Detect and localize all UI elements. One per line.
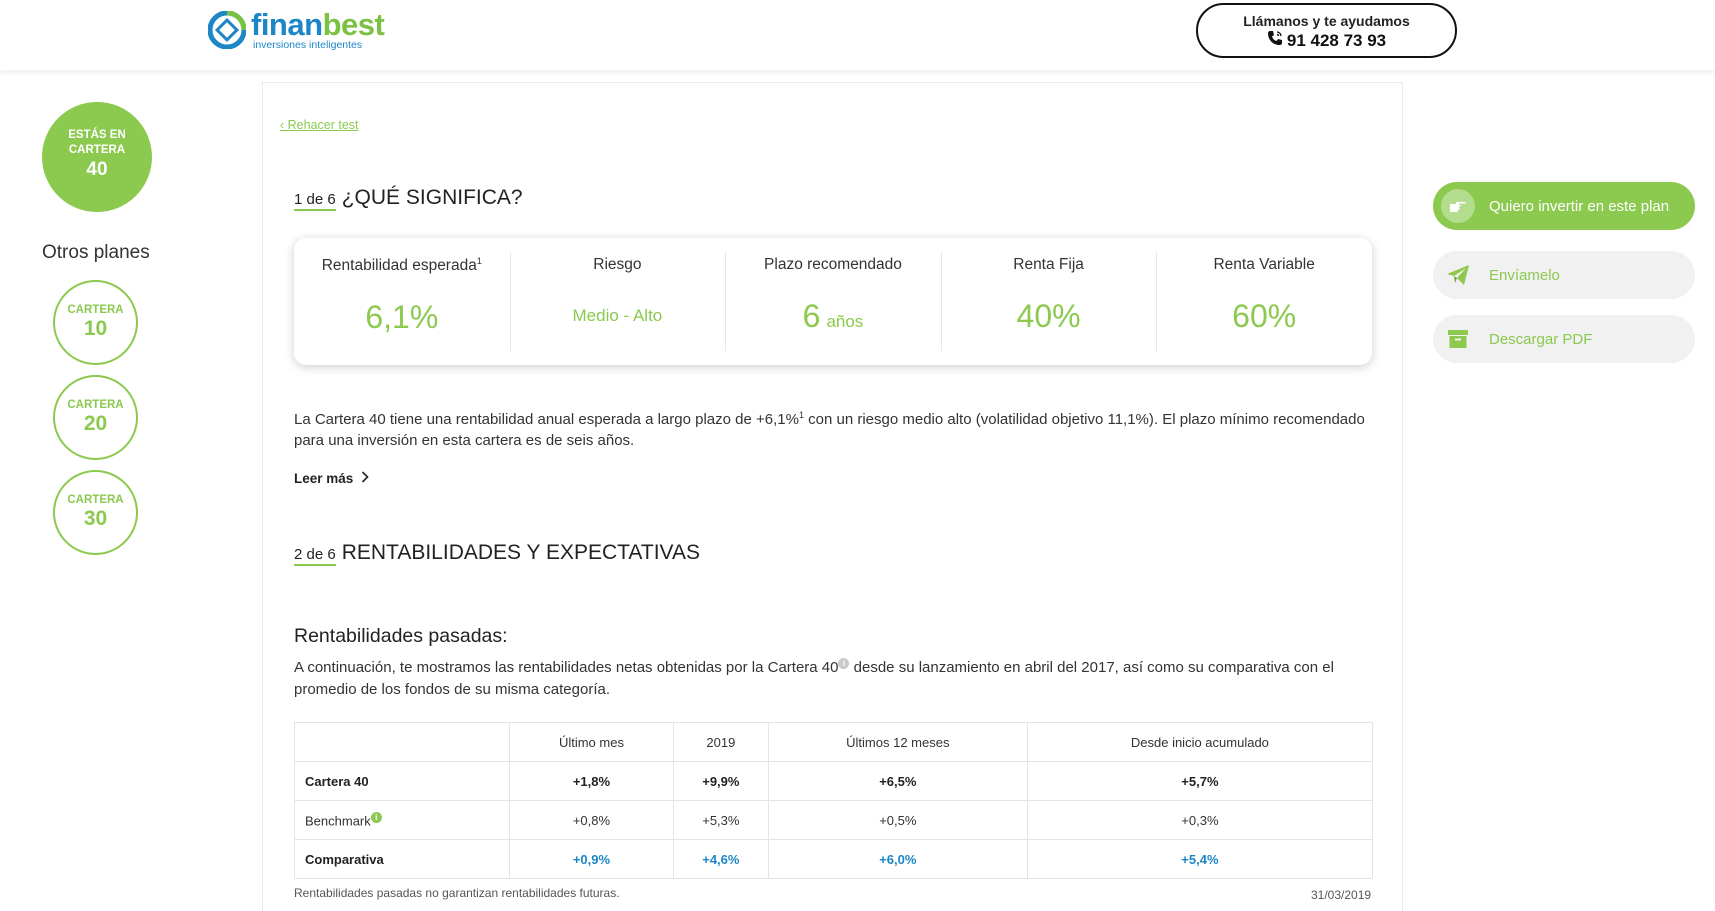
plan-cartera-10[interactable]: CARTERA 10 <box>53 280 138 365</box>
metric-unit: años <box>826 312 864 331</box>
phone-number: 91 428 73 93 <box>1286 30 1387 50</box>
table-header-cell: Últimos 12 meses <box>767 722 1028 762</box>
logo-brand-part1: finan <box>251 7 323 42</box>
current-portfolio-badge: ESTÁS EN CARTERA 40 <box>42 102 152 212</box>
returns-table: Último mes 2019 Últimos 12 meses Desde i… <box>294 722 1374 879</box>
table-row: Cartera 40 +1,8% +9,9% +6,5% +5,7% <box>294 761 1374 801</box>
info-icon[interactable]: i <box>838 658 850 669</box>
section-heading: RENTABILIDADES Y EXPECTATIVAS <box>341 541 700 564</box>
table-cell: +1,8% <box>509 761 674 801</box>
metric-risk: Riesgo Medio - Alto <box>509 238 726 365</box>
metric-label: Renta Variable <box>1213 256 1315 273</box>
archive-box-icon <box>1441 322 1475 356</box>
retake-test-link[interactable]: ‹ Rehacer test <box>280 118 359 132</box>
section-2-title: 2 de 6 RENTABILIDADES Y EXPECTATIVAS <box>294 541 700 566</box>
table-row: Benchmark i +0,8% +5,3% +0,5% +0,3% <box>294 800 1374 840</box>
table-cell: +0,8% <box>509 800 674 840</box>
metric-label: Rentabilidad esperada1 <box>321 256 482 275</box>
metric-fixed-income: Renta Fija 40% <box>940 238 1157 365</box>
plan-label: CARTERA <box>67 304 124 316</box>
send-button-label: Envíamelo <box>1489 266 1560 284</box>
metric-label: Plazo recomendado <box>764 256 902 273</box>
other-plans-title: Otros planes <box>42 242 150 263</box>
logo-brand-part2: best <box>322 7 385 42</box>
logo-icon <box>207 10 247 50</box>
table-cell: +5,3% <box>672 800 769 840</box>
invest-in-plan-button[interactable]: Quiero invertir en este plan <box>1433 182 1695 230</box>
metric-label: Renta Fija <box>1013 256 1084 273</box>
pointing-hand-icon <box>1441 189 1475 223</box>
past-returns-title: Rentabilidades pasadas: <box>294 625 508 647</box>
table-disclaimer: Rentabilidades pasadas no garantizan ren… <box>294 886 620 900</box>
section-step: 2 de 6 <box>294 546 336 566</box>
table-cell: +6,0% <box>767 839 1028 879</box>
table-cell: +4,6% <box>672 839 769 879</box>
table-header-cell: Último mes <box>509 722 674 762</box>
row-label: Cartera 40 <box>294 761 510 801</box>
download-pdf-button[interactable]: Descargar PDF <box>1433 315 1695 363</box>
invest-button-label: Quiero invertir en este plan <box>1489 197 1670 215</box>
send-to-me-button[interactable]: Envíamelo <box>1433 251 1695 299</box>
current-portfolio-label: ESTÁS EN CARTERA <box>68 129 126 156</box>
section-1-title: 1 de 6 ¿QUÉ SIGNIFICA? <box>294 186 523 211</box>
current-portfolio-number: 40 <box>86 159 108 180</box>
info-icon[interactable]: i <box>370 811 382 823</box>
phone-icon <box>1267 30 1283 51</box>
chevron-right-icon <box>353 471 369 486</box>
row-label: Comparativa <box>294 839 510 879</box>
table-header-cell: 2019 <box>672 722 769 762</box>
section-step: 1 de 6 <box>294 191 336 211</box>
site-header: finanbest inversiones inteligentes Lláma… <box>0 0 1715 70</box>
metric-value: 6,1% <box>365 299 439 336</box>
table-cell: +0,9% <box>509 839 674 879</box>
plan-cartera-30[interactable]: CARTERA 30 <box>53 470 138 555</box>
past-returns-description: A continuación, te mostramos las rentabi… <box>294 658 1334 698</box>
metric-expected-return: Rentabilidad esperada1 6,1% <box>294 238 510 365</box>
table-cell: +0,5% <box>767 800 1028 840</box>
plan-number: 20 <box>83 412 108 435</box>
table-header-cell <box>294 722 510 762</box>
footnote-marker: 1 <box>476 256 482 266</box>
plan-cartera-20[interactable]: CARTERA 20 <box>53 375 138 460</box>
portfolio-description: La Cartera 40 tiene una rentabilidad anu… <box>294 410 1365 449</box>
metric-value: Medio - Alto <box>572 306 663 325</box>
call-label: Llámanos y te ayudamos <box>1243 13 1410 29</box>
table-date: 31/03/2019 <box>1311 888 1372 902</box>
plan-label: CARTERA <box>67 494 124 506</box>
row-label: Benchmark i <box>294 800 510 840</box>
read-more-link[interactable]: Leer más <box>294 471 369 486</box>
table-cell: +5,4% <box>1026 839 1374 879</box>
metric-label: Riesgo <box>593 256 642 273</box>
table-header-row: Último mes 2019 Últimos 12 meses Desde i… <box>294 722 1374 762</box>
metric-value: 60% <box>1232 298 1297 334</box>
metric-value: 40% <box>1016 298 1081 334</box>
metrics-card: Rentabilidad esperada1 6,1% Riesgo Medio… <box>294 238 1372 365</box>
call-us-box[interactable]: Llámanos y te ayudamos 91 428 73 93 <box>1196 3 1457 58</box>
metric-recommended-term: Plazo recomendado 6 años <box>725 238 941 365</box>
table-cell: +5,7% <box>1026 761 1374 801</box>
plan-label: CARTERA <box>67 399 124 411</box>
table-cell: +9,9% <box>672 761 769 801</box>
plan-number: 30 <box>83 507 108 530</box>
logo-tagline: inversiones inteligentes <box>253 39 363 51</box>
metric-equity: Renta Variable 60% <box>1156 238 1372 365</box>
table-cell: +6,5% <box>767 761 1028 801</box>
finanbest-logo[interactable]: finanbest inversiones inteligentes <box>207 7 385 51</box>
paper-plane-icon <box>1441 258 1475 292</box>
plan-number: 10 <box>83 317 108 340</box>
pdf-button-label: Descargar PDF <box>1489 330 1593 348</box>
section-heading: ¿QUÉ SIGNIFICA? <box>341 186 523 209</box>
metric-value: 6 años <box>802 298 864 334</box>
table-row: Comparativa +0,9% +4,6% +6,0% +5,4% <box>294 839 1374 879</box>
table-cell: +0,3% <box>1026 800 1374 840</box>
table-header-cell: Desde inicio acumulado <box>1026 722 1374 762</box>
main-panel: ‹ Rehacer test 1 de 6 ¿QUÉ SIGNIFICA? Re… <box>262 82 1403 911</box>
